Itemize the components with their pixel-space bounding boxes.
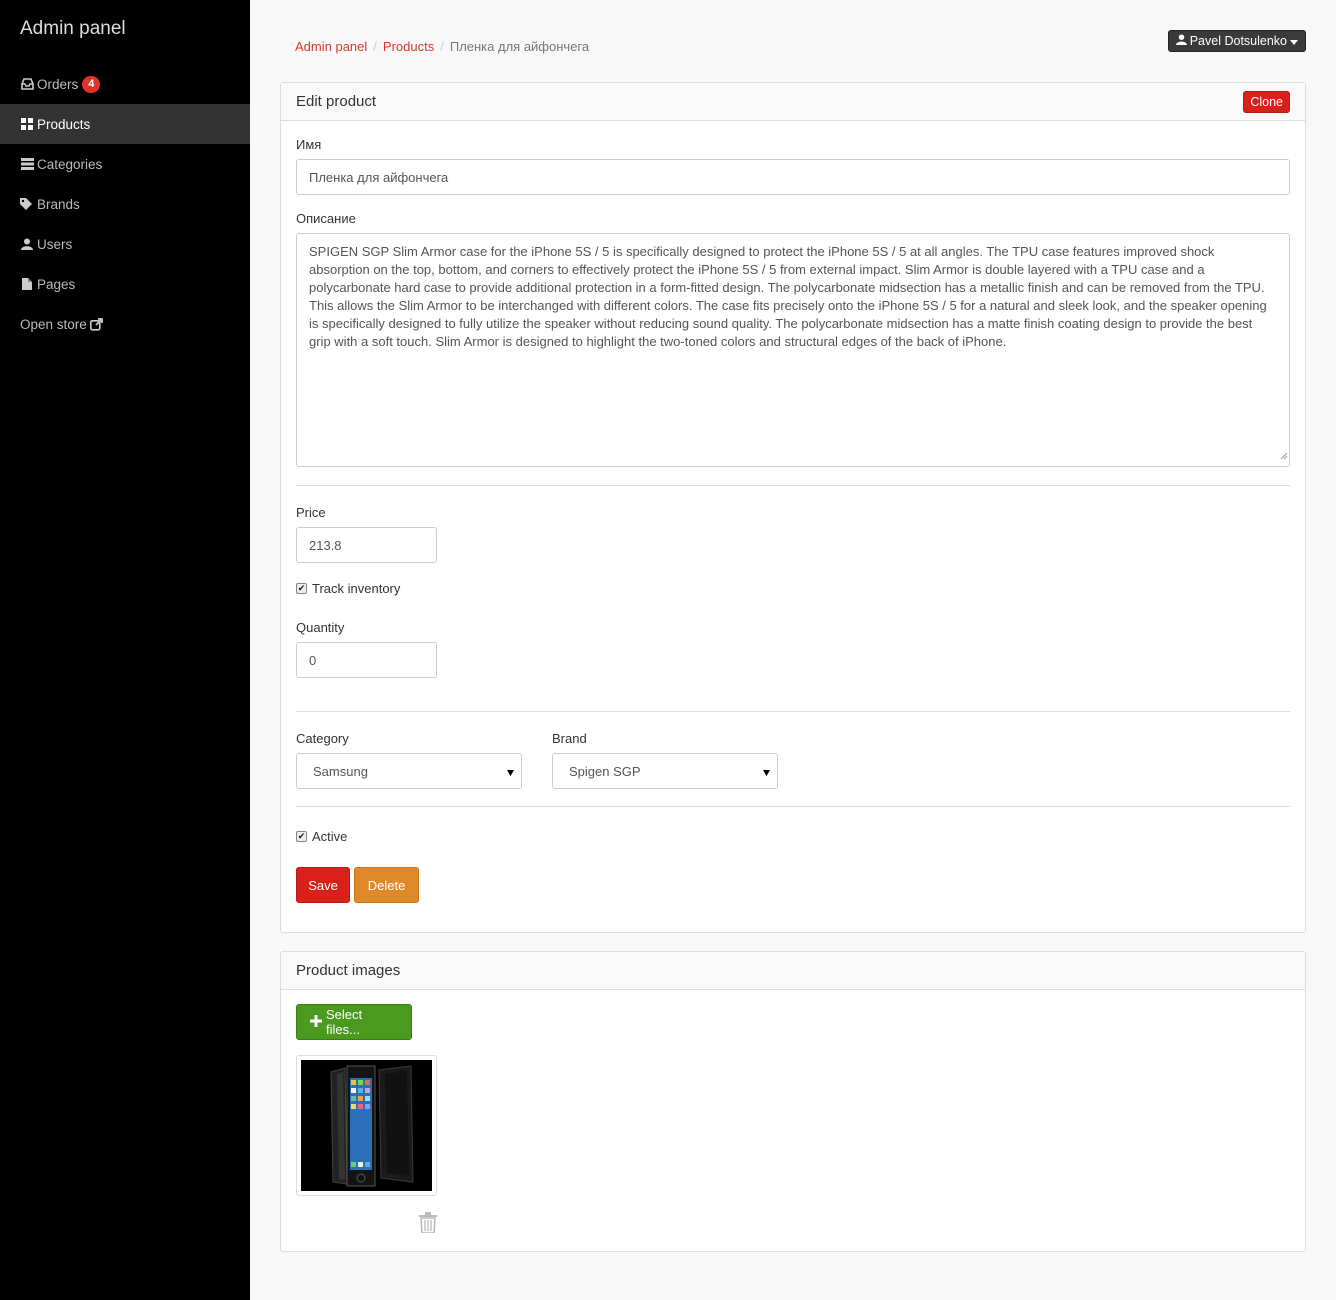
th-large-icon bbox=[20, 117, 34, 131]
brand-select[interactable]: Spigen SGP bbox=[552, 753, 778, 789]
caret-down-icon bbox=[1290, 34, 1298, 48]
inbox-icon bbox=[20, 77, 34, 91]
sidebar-item-label: Categories bbox=[37, 156, 103, 172]
sidebar-item-label: Orders bbox=[37, 76, 79, 92]
sidebar-item-label: Pages bbox=[37, 276, 76, 292]
track-inventory-row: ✔ Track inventory bbox=[296, 581, 400, 596]
select-files-button[interactable]: Select files... bbox=[296, 1004, 412, 1040]
edit-product-panel: Edit product Clone Имя Пленка для айфонч… bbox=[280, 82, 1306, 933]
main-content: Admin panel / Products / Пленка для айфончег… bbox=[250, 0, 1336, 1300]
section-divider bbox=[296, 806, 1290, 807]
user-icon bbox=[20, 237, 34, 251]
orders-count-badge: 4 bbox=[82, 75, 101, 93]
price-input[interactable]: 213.8 bbox=[296, 527, 437, 563]
category-selected: Samsung bbox=[313, 763, 368, 779]
product-images-heading: Product images bbox=[281, 952, 1305, 990]
quantity-label: Quantity bbox=[296, 620, 345, 635]
active-checkbox[interactable]: ✔ bbox=[296, 831, 307, 842]
sidebar-item-categories[interactable]: Categories bbox=[0, 144, 250, 184]
sidebar-item-label: Open store bbox=[20, 316, 87, 332]
resize-handle-icon[interactable] bbox=[1280, 447, 1288, 465]
product-image-thumbnail[interactable] bbox=[296, 1055, 437, 1196]
file-icon bbox=[20, 277, 34, 291]
active-label: Active bbox=[312, 829, 348, 844]
user-menu-button[interactable]: Pavel Dotsulenko bbox=[1167, 30, 1306, 52]
user-name: Pavel Dotsulenko bbox=[1189, 34, 1287, 48]
sidebar-item-orders[interactable]: Orders 4 bbox=[0, 64, 250, 104]
external-link-icon bbox=[90, 317, 104, 331]
edit-product-heading: Edit product Clone bbox=[281, 83, 1305, 121]
sidebar: Admin panel Orders 4 Products Categories… bbox=[0, 0, 250, 1300]
sidebar-item-label: Brands bbox=[37, 196, 80, 212]
track-inventory-label: Track inventory bbox=[312, 581, 401, 596]
tags-icon bbox=[20, 197, 34, 211]
brand-label: Brand bbox=[552, 731, 587, 746]
category-select[interactable]: Samsung bbox=[296, 753, 522, 789]
delete-button[interactable]: Delete bbox=[354, 867, 419, 903]
trash-icon[interactable] bbox=[419, 1212, 437, 1236]
iphone-image bbox=[301, 1060, 432, 1191]
description-label: Описание bbox=[296, 211, 356, 226]
breadcrumb-separator: / bbox=[440, 39, 444, 54]
panel-title: Product images bbox=[296, 962, 401, 979]
section-divider bbox=[296, 485, 1290, 486]
user-icon bbox=[1175, 34, 1187, 48]
product-images-panel: Product images Select files... bbox=[280, 951, 1306, 1252]
breadcrumb-admin-panel[interactable]: Admin panel bbox=[295, 39, 367, 54]
panel-title: Edit product bbox=[296, 93, 377, 110]
brand-selected: Spigen SGP bbox=[569, 763, 641, 779]
sidebar-item-products[interactable]: Products bbox=[0, 104, 250, 144]
description-textarea[interactable]: SPIGEN SGP Slim Armor case for the iPhon… bbox=[296, 233, 1290, 467]
sidebar-item-pages[interactable]: Pages bbox=[0, 264, 250, 304]
quantity-input[interactable]: 0 bbox=[296, 642, 437, 678]
name-label: Имя bbox=[296, 137, 322, 152]
plus-icon bbox=[310, 1014, 322, 1030]
active-row: ✔ Active bbox=[296, 829, 347, 844]
price-label: Price bbox=[296, 505, 326, 520]
clone-button[interactable]: Clone bbox=[1243, 90, 1290, 113]
sidebar-item-users[interactable]: Users bbox=[0, 224, 250, 264]
breadcrumb: Admin panel / Products / Пленка для айфончег… bbox=[295, 39, 589, 54]
sidebar-item-label: Products bbox=[37, 116, 91, 132]
section-divider bbox=[296, 711, 1290, 712]
sidebar-item-brands[interactable]: Brands bbox=[0, 184, 250, 224]
name-input[interactable]: Пленка для айфончега bbox=[296, 159, 1290, 195]
breadcrumb-separator: / bbox=[373, 39, 377, 54]
list-icon bbox=[20, 157, 34, 171]
category-label: Category bbox=[296, 731, 349, 746]
description-text: SPIGEN SGP Slim Armor case for the iPhon… bbox=[309, 244, 1267, 349]
dropdown-arrow-icon bbox=[507, 764, 514, 779]
track-inventory-checkbox[interactable]: ✔ bbox=[296, 583, 307, 594]
save-button[interactable]: Save bbox=[296, 867, 350, 903]
sidebar-item-label: Users bbox=[37, 236, 73, 252]
breadcrumb-products[interactable]: Products bbox=[383, 39, 434, 54]
dropdown-arrow-icon bbox=[763, 764, 770, 779]
select-files-label: Select files... bbox=[326, 1007, 363, 1037]
sidebar-brand[interactable]: Admin panel bbox=[0, 0, 250, 64]
breadcrumb-current: Пленка для айфончега bbox=[449, 39, 590, 54]
sidebar-item-open-store[interactable]: Open store bbox=[0, 304, 250, 344]
